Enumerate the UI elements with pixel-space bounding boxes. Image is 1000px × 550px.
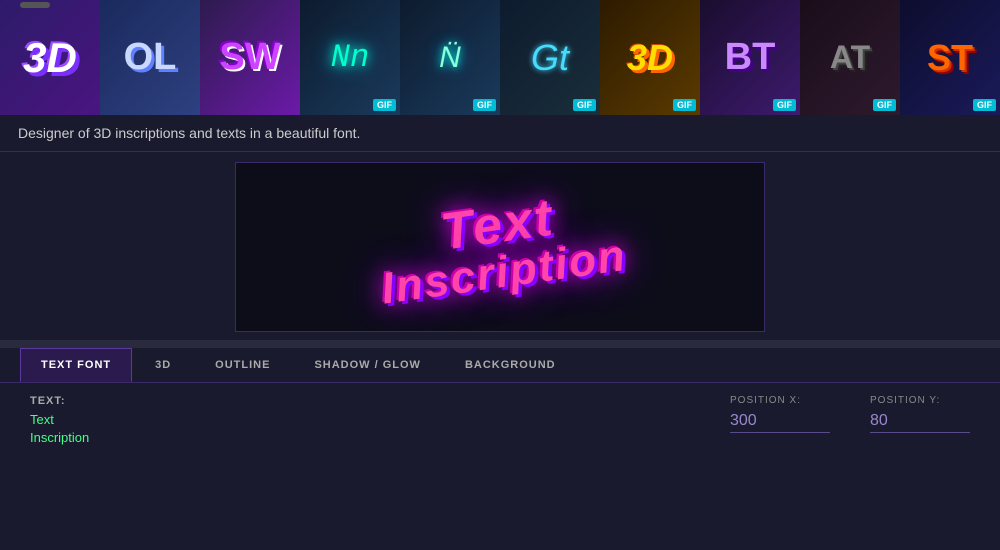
tab-background[interactable]: BACKGROUND — [444, 348, 577, 382]
gif-badge-9: GIF — [873, 99, 896, 111]
gif-badge-4: GIF — [373, 99, 396, 111]
text-control-label: TEXT: — [30, 395, 89, 407]
style-item-1[interactable]: 3D — [0, 0, 100, 115]
gif-badge-8: GIF — [773, 99, 796, 111]
style-label-9: AT — [830, 39, 870, 76]
canvas-wrapper: Text Inscription — [0, 152, 1000, 340]
style-item-8[interactable]: BT GIF — [700, 0, 800, 115]
gif-badge-6: GIF — [573, 99, 596, 111]
text-value-line1: Text — [30, 411, 89, 429]
style-item-5[interactable]: N̈ GIF — [400, 0, 500, 115]
style-label-6: Gt — [531, 37, 569, 79]
position-x-label: POSITION X: — [730, 395, 830, 406]
position-y-input[interactable] — [870, 410, 970, 433]
style-item-2[interactable]: OL — [100, 0, 200, 115]
controls-row: TEXT: Text Inscription POSITION X: POSIT… — [0, 383, 1000, 459]
text-value-line2: Inscription — [30, 429, 89, 447]
style-label-8: BT — [725, 36, 776, 79]
position-x-group: POSITION X: — [730, 395, 830, 433]
style-label-1: 3D — [23, 34, 77, 82]
tab-text-font[interactable]: TEXT FONT — [20, 348, 132, 382]
description-bar: Designer of 3D inscriptions and texts in… — [0, 115, 1000, 152]
scroll-thumb — [20, 2, 50, 8]
style-gallery: 3D OL SW Nn GIF N̈ GIF Gt GIF 3D GIF — [0, 0, 1000, 115]
style-label-2: OL — [124, 36, 177, 79]
canvas-text-wrapper: Text Inscription — [371, 182, 629, 311]
position-y-group: POSITION Y: — [870, 395, 970, 433]
gif-badge-10: GIF — [973, 99, 996, 111]
text-control-group: TEXT: Text Inscription — [30, 395, 89, 447]
tab-3d[interactable]: 3D — [134, 348, 192, 382]
style-item-7[interactable]: 3D GIF — [600, 0, 700, 115]
style-item-3[interactable]: SW — [200, 0, 300, 115]
canvas-area: Text Inscription — [235, 162, 765, 332]
tab-outline[interactable]: OUTLINE — [194, 348, 291, 382]
description-text: Designer of 3D inscriptions and texts in… — [18, 125, 360, 141]
scroll-indicator — [0, 340, 1000, 348]
style-item-9[interactable]: AT GIF — [800, 0, 900, 115]
style-item-4[interactable]: Nn GIF — [300, 0, 400, 115]
style-label-3: SW — [219, 36, 280, 79]
style-item-6[interactable]: Gt GIF — [500, 0, 600, 115]
position-x-input[interactable] — [730, 410, 830, 433]
gif-badge-7: GIF — [673, 99, 696, 111]
text-control-value: Text Inscription — [30, 411, 89, 447]
style-item-10[interactable]: ST GIF — [900, 0, 1000, 115]
gif-badge-5: GIF — [473, 99, 496, 111]
style-label-10: ST — [927, 37, 973, 79]
tabs-row: TEXT FONT 3D OUTLINE SHADOW / GLOW BACKG… — [0, 348, 1000, 383]
position-y-label: POSITION Y: — [870, 395, 970, 406]
tab-shadow-glow[interactable]: SHADOW / GLOW — [293, 348, 442, 382]
style-label-7: 3D — [627, 37, 673, 79]
style-label-4: Nn — [331, 39, 369, 76]
style-label-5: N̈ — [439, 41, 461, 75]
